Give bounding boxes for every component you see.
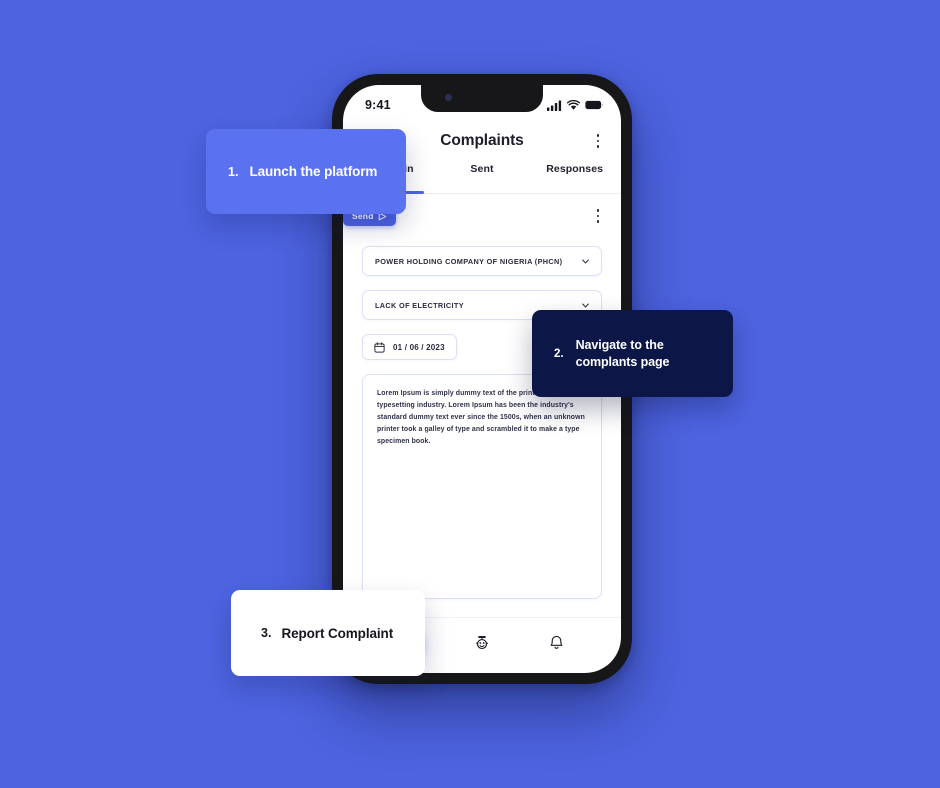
tab-responses[interactable]: Responses xyxy=(528,163,621,193)
wifi-icon xyxy=(567,99,580,110)
step-card-2[interactable]: 2. Navigate to the complants page xyxy=(532,310,733,397)
status-bar-icons xyxy=(547,99,603,111)
step-3-number: 3. xyxy=(261,626,272,640)
signal-icon xyxy=(547,100,562,111)
poster-canvas: 9:41 Complaints Sent Responses Send POWE… xyxy=(0,0,940,788)
tab-responses-label: Responses xyxy=(546,163,604,175)
step-2-number: 2. xyxy=(554,347,564,360)
step-1-number: 1. xyxy=(228,164,239,179)
robot-chatbot-icon xyxy=(475,635,489,649)
action-overflow-icon[interactable] xyxy=(591,208,605,224)
step-2-text: Navigate to the complants page xyxy=(575,337,670,369)
issue-select-value: LACK OF ELECTRICITY xyxy=(375,300,464,310)
chevron-down-icon xyxy=(582,259,589,263)
chevron-down-icon xyxy=(582,303,589,307)
date-field[interactable]: 01 / 06 / 2023 xyxy=(362,334,457,360)
kebab-menu-icon[interactable] xyxy=(591,133,605,149)
status-bar-time: 9:41 xyxy=(365,98,391,112)
step-3-text: Report Complaint xyxy=(281,625,394,641)
tab-sent-label: Sent xyxy=(470,163,494,175)
status-bar: 9:41 xyxy=(343,85,621,119)
description-textarea[interactable]: Lorem Ipsum is simply dummy text of the … xyxy=(362,374,602,599)
calendar-icon xyxy=(374,341,385,353)
step-card-3[interactable]: 3. Report Complaint xyxy=(231,590,425,676)
organization-select[interactable]: POWER HOLDING COMPANY OF NIGERIA (PHCN) xyxy=(362,246,602,276)
complaint-form: POWER HOLDING COMPANY OF NIGERIA (PHCN) … xyxy=(343,232,621,617)
nav-item-notifications[interactable] xyxy=(540,627,572,659)
tab-sent[interactable]: Sent xyxy=(436,163,529,193)
bell-notification-icon xyxy=(550,635,562,649)
nav-item-chatbot[interactable] xyxy=(466,627,498,659)
battery-icon xyxy=(585,100,603,110)
date-field-value: 01 / 06 / 2023 xyxy=(393,342,445,352)
organization-select-value: POWER HOLDING COMPANY OF NIGERIA (PHCN) xyxy=(375,256,563,266)
step-card-1[interactable]: 1. Launch the platform xyxy=(206,129,406,214)
step-1-text: Launch the platform xyxy=(249,164,378,179)
